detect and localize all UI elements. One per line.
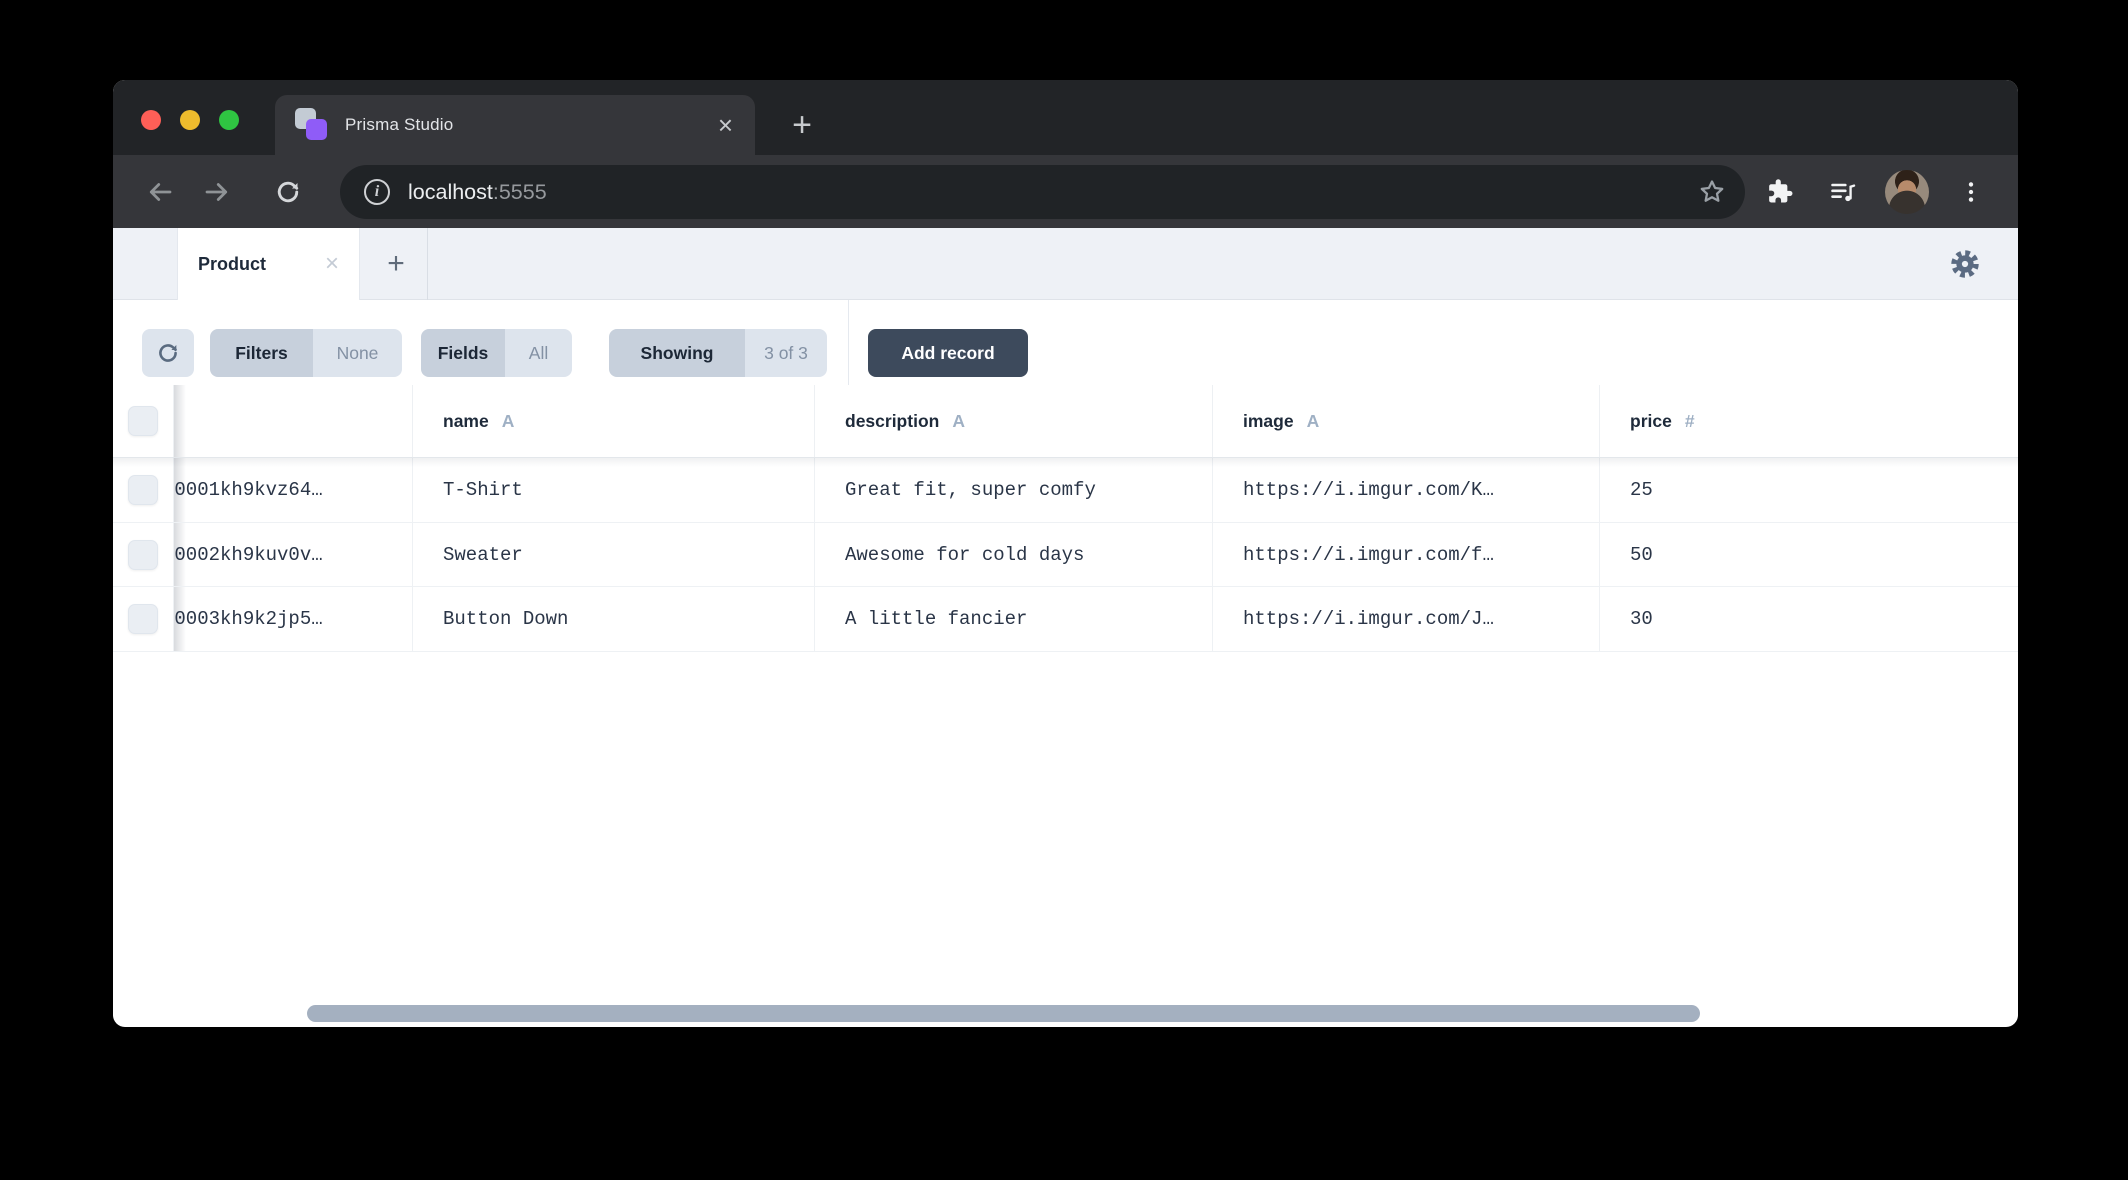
table-row[interactable]: b0003kh9k2jp5… Button Down A little fanc…	[113, 587, 2018, 652]
cell-id[interactable]: b0001kh9kvz64…	[174, 458, 413, 522]
reload-icon[interactable]	[260, 155, 316, 228]
showing-value: 3 of 3	[745, 329, 827, 377]
profile-avatar[interactable]	[1879, 155, 1935, 228]
browser-window: Prisma Studio × + i localhost:5555	[113, 80, 2018, 1027]
new-tab-button[interactable]: +	[777, 100, 827, 150]
fields-control[interactable]: Fields All	[421, 329, 572, 377]
showing-label[interactable]: Showing	[609, 329, 745, 377]
cell-id[interactable]: b0002kh9kuv0v…	[174, 523, 413, 587]
reload-data-button[interactable]	[142, 329, 194, 377]
horizontal-scrollbar-thumb[interactable]	[307, 1005, 1700, 1022]
column-header-image[interactable]: image A	[1213, 385, 1600, 457]
column-header-id[interactable]	[174, 385, 413, 457]
forward-icon[interactable]	[189, 155, 245, 228]
fields-value: All	[505, 329, 572, 377]
table-row[interactable]: b0001kh9kvz64… T-Shirt Great fit, super …	[113, 458, 2018, 523]
tab-title: Prisma Studio	[345, 115, 453, 135]
back-icon[interactable]	[132, 155, 188, 228]
row-select-cell	[113, 523, 174, 587]
bookmark-star-icon[interactable]	[1697, 177, 1727, 207]
row-checkbox[interactable]	[128, 604, 158, 634]
cell-description[interactable]: Awesome for cold days	[815, 523, 1213, 587]
url-text[interactable]: localhost:5555	[408, 180, 547, 205]
filters-control[interactable]: Filters None	[210, 329, 402, 377]
tab-close-icon[interactable]: ×	[718, 112, 733, 138]
fields-label[interactable]: Fields	[421, 329, 505, 377]
toolbar-divider	[848, 300, 849, 385]
column-header-price[interactable]: price #	[1600, 385, 2018, 457]
showing-control[interactable]: Showing 3 of 3	[609, 329, 827, 377]
cell-price[interactable]: 50	[1600, 523, 2018, 587]
minimize-window-button[interactable]	[180, 110, 200, 130]
browser-menu-icon[interactable]	[1943, 155, 1999, 228]
cell-image[interactable]: https://i.imgur.com/K…	[1213, 458, 1600, 522]
row-checkbox[interactable]	[128, 540, 158, 570]
row-checkbox[interactable]	[128, 475, 158, 505]
row-select-cell	[113, 458, 174, 522]
number-type-icon: #	[1685, 411, 1695, 432]
browser-tab-strip: Prisma Studio × +	[113, 80, 2018, 155]
select-all-checkbox[interactable]	[128, 406, 158, 436]
string-type-icon: A	[1307, 411, 1320, 432]
cell-description[interactable]: Great fit, super comfy	[815, 458, 1213, 522]
studio-model-tab-bar: Product × +	[113, 228, 2018, 300]
filters-value: None	[313, 329, 402, 377]
cell-name[interactable]: Button Down	[413, 587, 815, 651]
cell-name[interactable]: Sweater	[413, 523, 815, 587]
site-info-icon[interactable]: i	[364, 179, 390, 205]
table-row[interactable]: b0002kh9kuv0v… Sweater Awesome for cold …	[113, 523, 2018, 588]
zoom-window-button[interactable]	[219, 110, 239, 130]
settings-gear-icon[interactable]	[1948, 228, 1982, 300]
table-header: name A description A image A price #	[113, 385, 2018, 458]
cell-image[interactable]: https://i.imgur.com/J…	[1213, 587, 1600, 651]
string-type-icon: A	[952, 411, 965, 432]
cell-price[interactable]: 25	[1600, 458, 2018, 522]
browser-tab[interactable]: Prisma Studio ×	[275, 95, 755, 155]
browser-navbar: i localhost:5555	[113, 155, 2018, 228]
close-window-button[interactable]	[141, 110, 161, 130]
model-tab-close-icon[interactable]: ×	[325, 252, 339, 276]
select-all-cell	[113, 385, 174, 457]
column-header-description[interactable]: description A	[815, 385, 1213, 457]
model-tab-divider	[427, 228, 428, 300]
screenshot-stage: Prisma Studio × + i localhost:5555	[0, 0, 2128, 1180]
filters-label[interactable]: Filters	[210, 329, 313, 377]
url-bar[interactable]: i localhost:5555	[340, 165, 1745, 219]
cell-price[interactable]: 30	[1600, 587, 2018, 651]
prisma-logo-icon	[295, 108, 329, 142]
new-model-tab-button[interactable]: +	[371, 228, 421, 300]
row-select-cell	[113, 587, 174, 651]
cell-image[interactable]: https://i.imgur.com/f…	[1213, 523, 1600, 587]
cell-description[interactable]: A little fancier	[815, 587, 1213, 651]
column-header-name[interactable]: name A	[413, 385, 815, 457]
url-host: localhost	[408, 180, 493, 204]
add-record-button[interactable]: Add record	[868, 329, 1028, 377]
extensions-puzzle-icon[interactable]	[1752, 155, 1808, 228]
cell-id[interactable]: b0003kh9k2jp5…	[174, 587, 413, 651]
url-port: :5555	[493, 180, 547, 204]
traffic-lights	[141, 110, 239, 130]
model-tab-product[interactable]: Product ×	[177, 228, 360, 300]
studio-action-bar: Filters None Fields All Showing 3 of 3 A…	[113, 300, 2018, 385]
table-body: b0001kh9kvz64… T-Shirt Great fit, super …	[113, 458, 2018, 652]
media-controls-icon[interactable]	[1815, 155, 1871, 228]
string-type-icon: A	[502, 411, 515, 432]
model-tab-label: Product	[198, 254, 266, 275]
cell-name[interactable]: T-Shirt	[413, 458, 815, 522]
